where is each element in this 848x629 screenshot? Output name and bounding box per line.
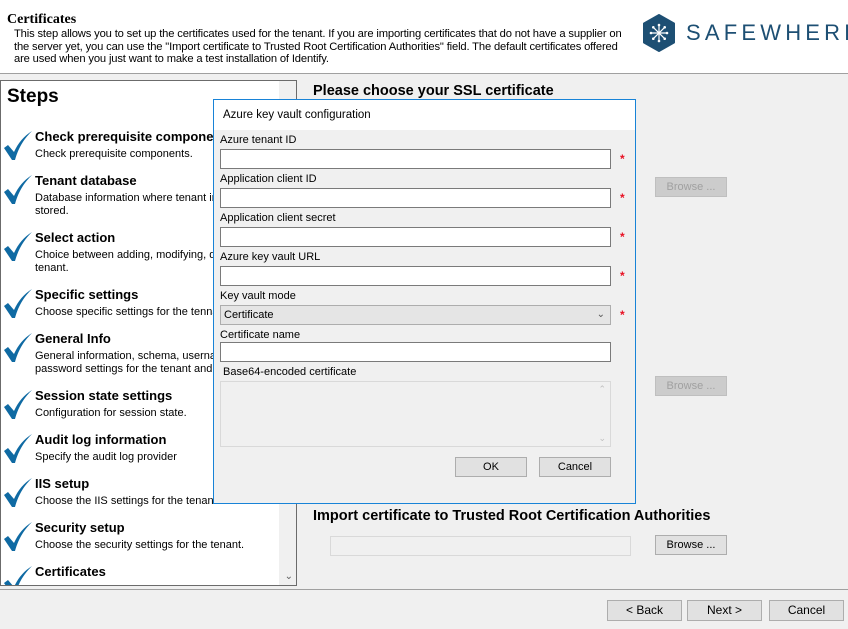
step-name: Audit log information xyxy=(35,432,167,447)
step-name: General Info xyxy=(35,331,111,346)
tenant-id-required-marker: * xyxy=(620,152,625,166)
ssl-section-title: Please choose your SSL certificate xyxy=(313,83,554,99)
cancel-button[interactable]: Cancel xyxy=(769,600,844,621)
import-path-field[interactable] xyxy=(330,536,631,556)
step-name: Certificates xyxy=(35,564,106,579)
second-browse-button[interactable]: Browse ... xyxy=(655,376,727,396)
cert-name-input[interactable] xyxy=(220,342,611,362)
page-description: This step allows you to set up the certi… xyxy=(14,28,622,65)
checkmark-icon xyxy=(4,175,32,204)
step-description: Choose the security settings for the ten… xyxy=(35,539,245,551)
dialog-titlebar[interactable]: Azure key vault configuration xyxy=(214,100,635,130)
next-button[interactable]: Next > xyxy=(687,600,762,621)
back-button[interactable]: < Back xyxy=(607,600,682,621)
cert-name-label: Certificate name xyxy=(220,329,301,341)
step-name: Specific settings xyxy=(35,287,139,302)
ssl-browse-button[interactable]: Browse ... xyxy=(655,177,727,197)
checkmark-icon xyxy=(4,333,32,362)
dialog-title: Azure key vault configuration xyxy=(223,109,371,121)
import-section-title: Import certificate to Trusted Root Certi… xyxy=(313,508,711,524)
vault-mode-required-marker: * xyxy=(620,308,625,322)
checkmark-icon xyxy=(4,434,32,463)
vault-url-required-marker: * xyxy=(620,269,625,283)
header-divider xyxy=(0,73,848,74)
import-browse-button[interactable]: Browse ... xyxy=(655,535,727,555)
client-id-required-marker: * xyxy=(620,191,625,205)
steps-title: Steps xyxy=(7,86,59,107)
vault-url-label: Azure key vault URL xyxy=(220,251,321,263)
logo-text: SAFEWHERE xyxy=(686,20,848,45)
checkmark-icon xyxy=(4,289,32,318)
step-name: Tenant database xyxy=(35,173,137,188)
step-name: Select action xyxy=(35,230,116,245)
base64-cert-label: Base64-encoded certificate xyxy=(223,366,357,378)
checkmark-icon xyxy=(4,232,32,261)
chevron-down-icon[interactable]: ⌄ xyxy=(597,306,605,324)
base64-cert-textarea[interactable]: ⌃ ⌄ xyxy=(220,381,611,447)
snowflake-hexagon-icon xyxy=(643,14,675,52)
checkmark-icon xyxy=(4,566,32,585)
textarea-scrollbar[interactable]: ⌃ ⌄ xyxy=(593,382,610,446)
footer-divider xyxy=(0,589,848,590)
scroll-down-icon[interactable]: ⌄ xyxy=(598,433,606,444)
client-secret-required-marker: * xyxy=(620,230,625,244)
vault-mode-label: Key vault mode xyxy=(220,290,296,302)
tenant-id-label: Azure tenant ID xyxy=(220,134,297,146)
client-secret-input[interactable] xyxy=(220,227,611,247)
step-name: IIS setup xyxy=(35,476,90,491)
scroll-down-icon[interactable]: ⌄ xyxy=(285,571,293,582)
checkmark-icon xyxy=(4,390,32,419)
step-name: Security setup xyxy=(35,520,125,535)
step-name: Check prerequisite components xyxy=(35,129,233,144)
client-id-label: Application client ID xyxy=(220,173,317,185)
ok-button[interactable]: OK xyxy=(455,457,527,477)
checkmark-icon xyxy=(4,522,32,551)
dialog-cancel-button[interactable]: Cancel xyxy=(539,457,611,477)
header-banner: Certificates This step allows you to set… xyxy=(0,0,848,73)
client-secret-label: Application client secret xyxy=(220,212,336,224)
step-name: Session state settings xyxy=(35,388,173,403)
scroll-up-icon[interactable]: ⌃ xyxy=(598,384,606,395)
safewhere-logo: SAFEWHERE xyxy=(642,14,848,52)
checkmark-icon xyxy=(4,478,32,507)
tenant-id-input[interactable] xyxy=(220,149,611,169)
vault-mode-value: Certificate xyxy=(224,309,274,321)
client-id-input[interactable] xyxy=(220,188,611,208)
checkmark-icon xyxy=(4,131,32,160)
page-title: Certificates xyxy=(7,12,77,27)
vault-mode-select[interactable]: Certificate ⌄ xyxy=(220,305,611,325)
vault-url-input[interactable] xyxy=(220,266,611,286)
azure-key-vault-dialog: Azure key vault configuration Azure tena… xyxy=(213,99,636,504)
